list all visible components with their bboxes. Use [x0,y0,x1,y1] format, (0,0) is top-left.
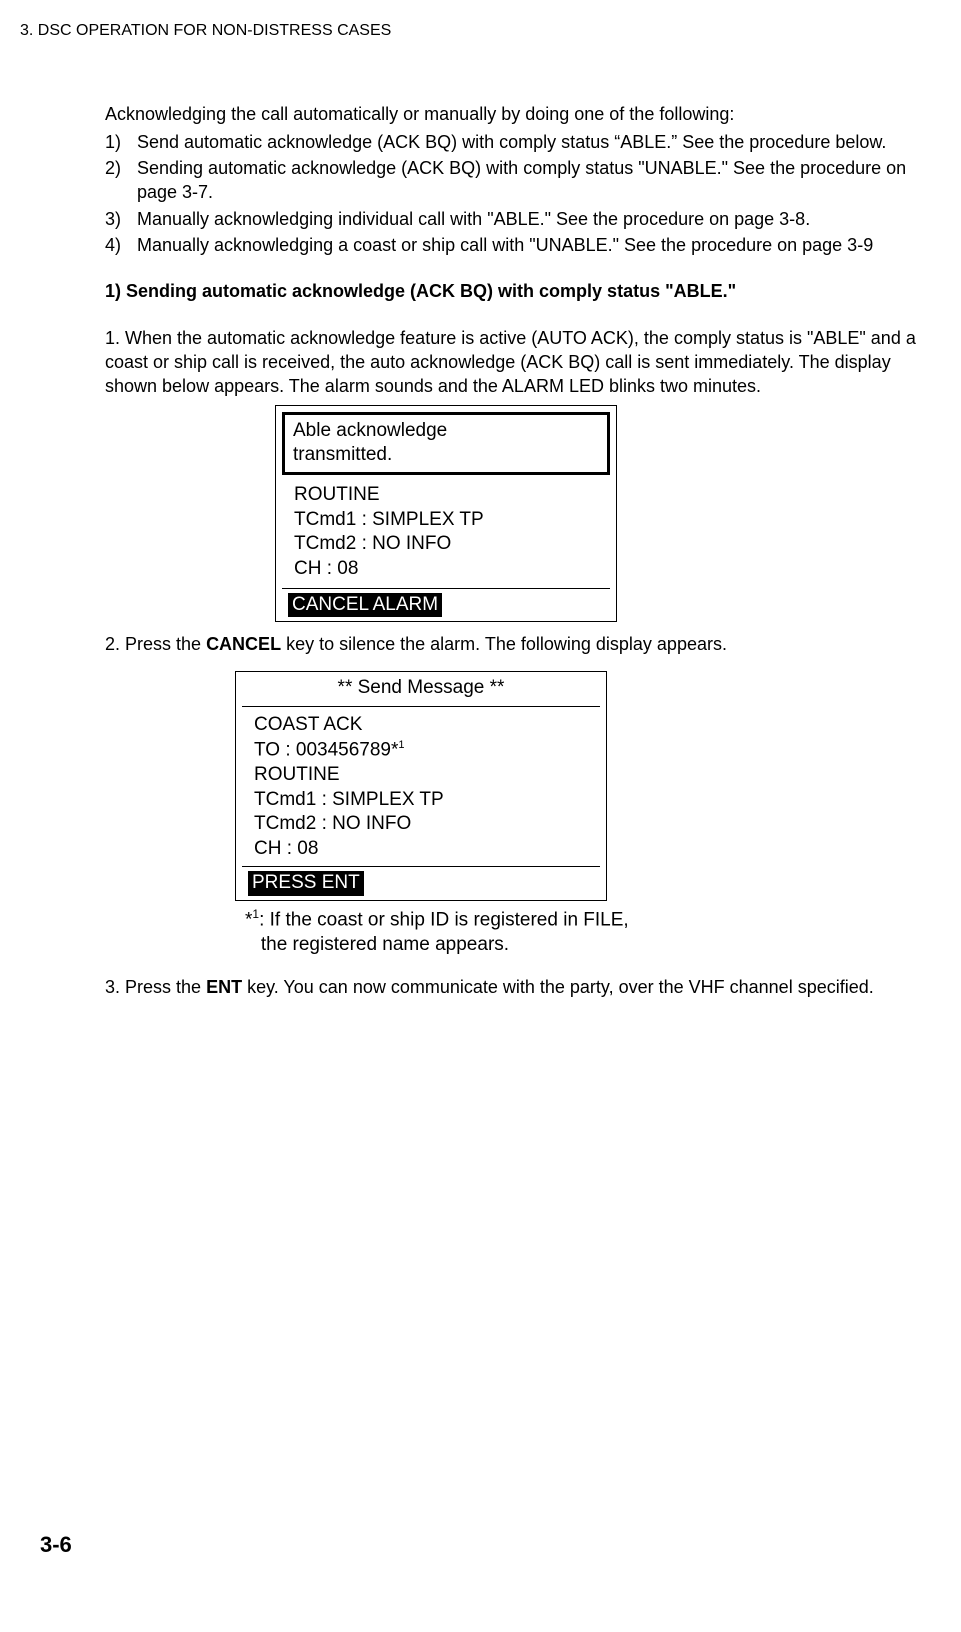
footnote: *1: If the coast or ship ID is registere… [245,907,921,958]
lcd-line: transmitted. [293,443,599,468]
lcd-line: TCmd2 : NO INFO [294,532,606,557]
lcd-display-2: ** Send Message ** COAST ACK TO : 003456… [235,671,607,901]
list-item: 4) Manually acknowledging a coast or shi… [105,233,921,257]
lcd-line: ROUTINE [294,483,606,508]
step-1: 1. When the automatic acknowledge featur… [105,326,921,399]
list-item: 2) Sending automatic acknowledge (ACK BQ… [105,156,921,205]
list-text: Manually acknowledging a coast or ship c… [137,233,921,257]
key-name: ENT [206,977,242,997]
list-text: Send automatic acknowledge (ACK BQ) with… [137,130,921,154]
step-text: key. You can now communicate with the pa… [242,977,874,997]
list-number: 1) [105,130,137,154]
page-header: 3. DSC OPERATION FOR NON-DISTRESS CASES [20,20,921,42]
list-text: Sending automatic acknowledge (ACK BQ) w… [137,156,921,205]
lcd-display-1: Able acknowledge transmitted. ROUTINE TC… [275,405,617,623]
step-2: 2. Press the CANCEL key to silence the a… [105,632,921,656]
lcd-line: TCmd2 : NO INFO [254,812,596,837]
lcd-line-text: TO : 003456789* [254,739,398,760]
lcd-softkey: PRESS ENT [248,871,364,896]
main-content: Acknowledging the call automatically or … [105,102,921,1000]
footnote-mark: 1 [398,739,404,751]
page-number: 3-6 [40,1530,72,1560]
step-text: 3. Press the [105,977,206,997]
lcd-highlight-box: Able acknowledge transmitted. [282,412,610,475]
step-text: 1. [105,328,125,348]
key-name: CANCEL [206,634,281,654]
lcd-line: CH : 08 [254,837,596,862]
step-text: 2. Press the [105,634,206,654]
lcd-line: COAST ACK [254,713,596,738]
list-number: 3) [105,207,137,231]
step-3: 3. Press the ENT key. You can now commun… [105,975,921,999]
lcd-softkey: CANCEL ALARM [288,593,442,618]
lcd-line: ROUTINE [254,763,596,788]
footnote-text: the registered name appears. [261,934,509,955]
intro-paragraph: Acknowledging the call automatically or … [105,102,921,126]
step-text: When the automatic acknowledge feature i… [105,328,916,397]
options-list: 1) Send automatic acknowledge (ACK BQ) w… [105,130,921,257]
list-number: 2) [105,156,137,205]
lcd-line: TCmd1 : SIMPLEX TP [254,788,596,813]
list-item: 3) Manually acknowledging individual cal… [105,207,921,231]
footnote-text: : If the coast or ship ID is registered … [259,909,629,930]
list-number: 4) [105,233,137,257]
lcd-title: ** Send Message ** [236,672,606,707]
step-text: key to silence the alarm. The following … [281,634,727,654]
list-item: 1) Send automatic acknowledge (ACK BQ) w… [105,130,921,154]
lcd-line: Able acknowledge [293,419,599,444]
lcd-line: TO : 003456789*1 [254,738,596,763]
section-heading: 1) Sending automatic acknowledge (ACK BQ… [105,279,921,303]
list-text: Manually acknowledging individual call w… [137,207,921,231]
lcd-line: TCmd1 : SIMPLEX TP [294,508,606,533]
lcd-line: CH : 08 [294,557,606,582]
